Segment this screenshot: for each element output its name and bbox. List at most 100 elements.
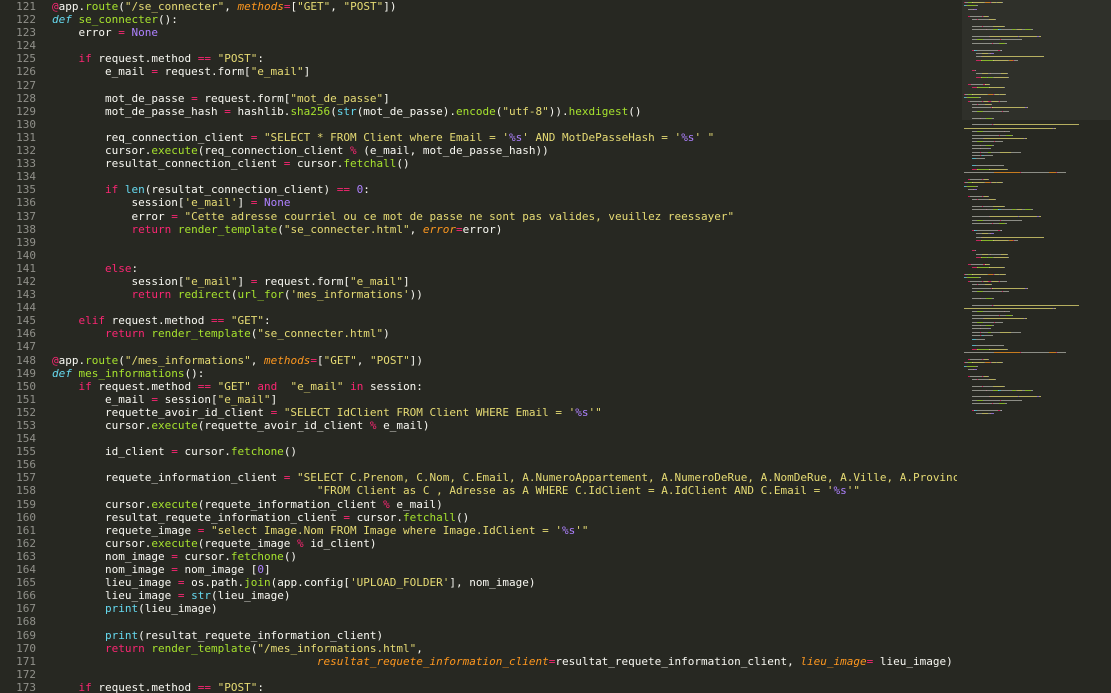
code-token: =	[171, 209, 178, 223]
code-token: ]	[237, 274, 251, 288]
code-line[interactable]: req_connection_client = "SELECT * FROM C…	[52, 131, 957, 144]
code-line[interactable]: return render_template("se_connecter.htm…	[52, 223, 957, 236]
code-line[interactable]: return redirect(url_for('mes_information…	[52, 288, 957, 301]
minimap-mark	[1019, 216, 1038, 218]
code-line[interactable]	[52, 170, 957, 183]
code-line[interactable]: else:	[52, 262, 957, 275]
minimap-mark	[1004, 93, 1006, 95]
line-number: 158	[16, 484, 36, 498]
minimap-mark	[978, 104, 985, 105]
minimap-mark	[1013, 240, 1018, 241]
code-line[interactable]: error = None	[52, 26, 957, 39]
code-line[interactable]	[52, 236, 957, 249]
code-area[interactable]: @app.route("/se_connecter", methods=["GE…	[52, 0, 957, 693]
code-line[interactable]: def se_connecter():	[52, 13, 957, 26]
code-line[interactable]: nom_image = cursor.fetchone()	[52, 550, 957, 563]
code-line[interactable]	[52, 458, 957, 471]
line-number: 162	[16, 536, 36, 550]
code-line[interactable]: if request.method == "POST":	[52, 52, 957, 65]
line-number: 130	[16, 117, 36, 131]
code-line[interactable]: e_mail = request.form["e_mail"]	[52, 65, 957, 78]
code-line[interactable]	[52, 79, 957, 92]
minimap-mark	[993, 124, 1080, 126]
code-line[interactable]: cursor.execute(requette_avoir_id_client …	[52, 419, 957, 432]
code-line[interactable]: resultat_connection_client = cursor.fetc…	[52, 157, 957, 170]
code-line[interactable]: "FROM Client as C , Adresse as A WHERE C…	[52, 484, 957, 497]
code-line[interactable]: if request.method == "GET" and "e_mail" …	[52, 380, 957, 393]
code-editor[interactable]: 121 122 123 124 125 126 127 128 129 130 131 132 133 1…	[0, 0, 1111, 693]
minimap-mark	[994, 321, 1003, 323]
code-line[interactable]: @app.route("/se_connecter", methods=["GE…	[52, 0, 957, 13]
code-token: =	[456, 222, 463, 236]
code-line[interactable]: requette_avoir_id_client = "SELECT IdCli…	[52, 406, 957, 419]
code-line[interactable]: cursor.execute(requete_image % id_client…	[52, 537, 957, 550]
code-line[interactable]	[52, 118, 957, 131]
code-token: cursor.	[177, 549, 231, 563]
minimap-mark	[984, 335, 993, 337]
code-line[interactable]: cursor.execute(requete_information_clien…	[52, 498, 957, 511]
minimap-mark	[972, 93, 987, 95]
code-line[interactable]: mot_de_passe_hash = hashlib.sha256(str(m…	[52, 105, 957, 118]
code-line[interactable]: if request.method == "POST":	[52, 681, 957, 693]
code-line[interactable]: return render_template("se_connecter.htm…	[52, 327, 957, 340]
code-line[interactable]: return render_template("/mes_information…	[52, 642, 957, 655]
code-line[interactable]	[52, 340, 957, 353]
code-line[interactable]: resultat_requete_information_client=resu…	[52, 655, 957, 668]
code-line[interactable]	[52, 668, 957, 681]
minimap-mark	[972, 151, 981, 153]
code-token: ]	[383, 91, 390, 105]
code-token: "mot_de_passe"	[290, 91, 384, 105]
code-line[interactable]	[52, 249, 957, 262]
code-token: session[	[157, 392, 218, 406]
minimap-mark	[994, 257, 1008, 258]
code-line[interactable]: print(lieu_image)	[52, 602, 957, 615]
code-line[interactable]	[52, 301, 957, 314]
minimap-mark	[1001, 410, 1002, 411]
minimap-mark	[982, 141, 994, 143]
code-token: :	[263, 314, 271, 328]
code-line[interactable]: cursor.execute(req_connection_client % (…	[52, 144, 957, 157]
code-token: fetchall	[403, 510, 456, 524]
minimap-mark	[978, 284, 985, 286]
code-line[interactable]: e_mail = session["e_mail"]	[52, 393, 957, 406]
minimap-mark	[976, 410, 999, 411]
line-number-gutter[interactable]: 121 122 123 124 125 126 127 128 129 130 131 132 133 1…	[0, 0, 46, 693]
code-line[interactable]: id_client = cursor.fetchone()	[52, 445, 957, 458]
code-line[interactable]: session["e_mail"] = request.form["e_mail…	[52, 275, 957, 288]
code-line[interactable]: error = "Cette adresse courriel ou ce mo…	[52, 210, 957, 223]
code-line[interactable]: def mes_informations():	[52, 367, 957, 380]
minimap[interactable]	[962, 0, 1111, 693]
code-line[interactable]	[52, 39, 957, 52]
code-line[interactable]: elif request.method == "GET":	[52, 314, 957, 327]
code-token: app.	[58, 0, 86, 13]
line-number: 144	[16, 301, 36, 315]
code-line[interactable]: requete_information_client = "SELECT C.P…	[52, 471, 957, 484]
line-number: 153	[16, 419, 36, 432]
code-line[interactable]: requete_image = "select Image.Nom FROM I…	[52, 524, 957, 537]
code-line[interactable]: resultat_requete_information_client = cu…	[52, 511, 957, 524]
code-line[interactable]: print(resultat_requete_information_clien…	[52, 629, 957, 642]
code-line[interactable]: lieu_image = str(lieu_image)	[52, 589, 957, 602]
code-line[interactable]: mot_de_passe = request.form["mot_de_pass…	[52, 92, 957, 105]
code-line[interactable]: session['e_mail'] = None	[52, 196, 957, 209]
code-line[interactable]: @app.route("/mes_informations", methods=…	[52, 354, 957, 367]
code-line[interactable]	[52, 432, 957, 445]
code-line[interactable]: lieu_image = os.path.join(app.config['UP…	[52, 576, 957, 589]
minimap-mark	[974, 8, 977, 10]
code-line[interactable]: nom_image = nom_image [0]	[52, 563, 957, 576]
code-token: ]	[263, 563, 271, 577]
minimap-mark	[972, 331, 981, 333]
code-token: ])	[409, 353, 423, 367]
code-line[interactable]	[52, 615, 957, 628]
code-token: None	[263, 196, 291, 210]
line-number: 135	[16, 183, 36, 197]
code-line[interactable]: if len(resultat_connection_client) == 0:	[52, 183, 957, 196]
